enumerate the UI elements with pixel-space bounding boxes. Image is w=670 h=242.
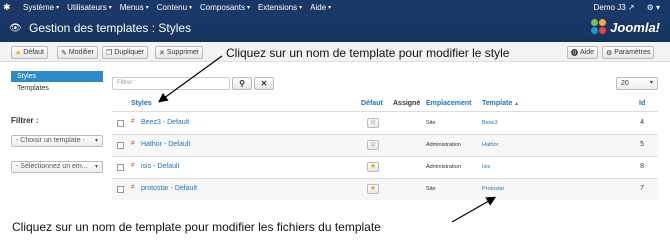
arrow-to-styles <box>158 55 223 103</box>
arrow-to-template <box>451 196 497 223</box>
annotation-arrows <box>158 55 497 223</box>
